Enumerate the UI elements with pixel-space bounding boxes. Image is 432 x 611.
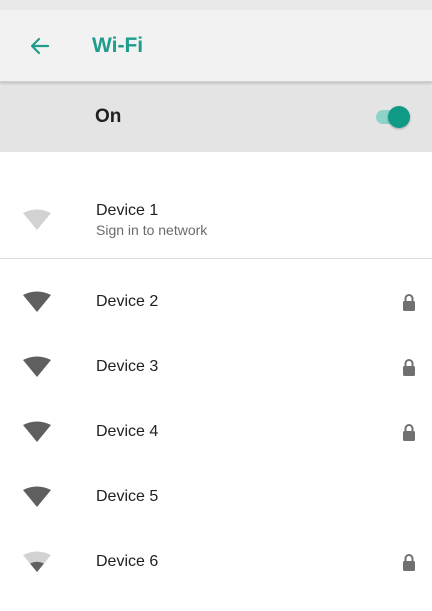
network-name: Device 2 (96, 292, 159, 310)
wifi-toggle-switch[interactable] (374, 104, 414, 130)
lock-icon (403, 293, 415, 311)
arrow-back-icon (30, 37, 50, 54)
network-name: Device 5 (96, 487, 159, 505)
back-button[interactable] (14, 20, 66, 72)
wifi-signal-icon (23, 551, 51, 572)
lock-icon (403, 553, 415, 571)
wifi-master-switch-row[interactable]: On (0, 82, 432, 152)
network-item-device-2[interactable]: Device 2 (0, 269, 432, 334)
network-name: Device 6 (96, 552, 159, 570)
wifi-signal-icon (23, 356, 51, 377)
wifi-settings-screen: Wi-Fi On Device 1 Sign in to network Dev… (0, 0, 432, 611)
app-bar: Wi-Fi (0, 10, 432, 82)
switch-thumb (388, 106, 410, 128)
network-name: Device 1 (96, 202, 159, 219)
lock-icon (403, 423, 415, 441)
wifi-signal-icon (23, 291, 51, 312)
network-name: Device 4 (96, 422, 159, 440)
network-item-device-3[interactable]: Device 3 (0, 334, 432, 399)
network-item-device-5[interactable]: Device 5 (0, 464, 432, 529)
wifi-signal-icon (23, 486, 51, 507)
network-item-device-4[interactable]: Device 4 (0, 399, 432, 464)
network-item-device-6[interactable]: Device 6 (0, 529, 432, 594)
page-title: Wi-Fi (92, 33, 144, 57)
wifi-signal-icon (23, 209, 51, 230)
lock-icon (403, 358, 415, 376)
network-status: Sign in to network (96, 222, 208, 238)
wifi-master-switch-label: On (95, 106, 122, 127)
network-item-device-1[interactable]: Device 1 Sign in to network (0, 182, 432, 259)
wifi-signal-icon (23, 421, 51, 442)
network-list: Device 1 Sign in to network Device 2 Dev… (0, 152, 432, 594)
network-name: Device 3 (96, 357, 159, 375)
status-bar (0, 0, 432, 10)
